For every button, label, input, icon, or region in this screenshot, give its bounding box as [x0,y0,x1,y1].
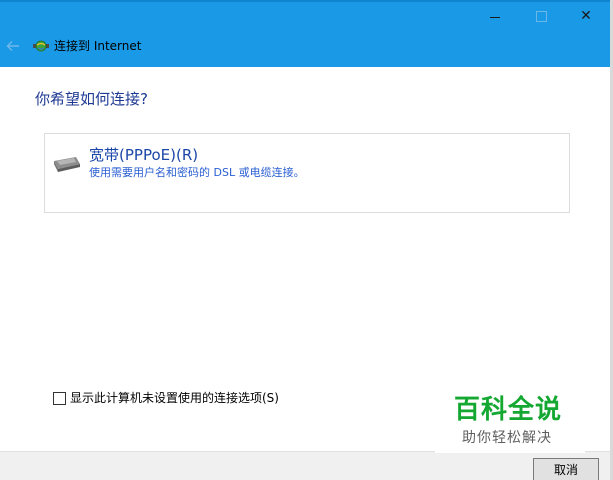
maximize-icon [535,10,547,22]
cancel-button[interactable]: 取消 [533,458,599,480]
close-button[interactable]: ✕ [566,4,606,28]
window-title: 连接到 Internet [54,39,142,53]
network-globe-icon [32,38,50,54]
minimize-button[interactable] [475,4,515,28]
connect-to-internet-window: ✕ 连接到 Internet 你希望如何连接? 宽带(PPPoE)(R) 使用需… [0,0,613,480]
baike-watermark: 百科全说 助你轻松解决 [435,391,585,453]
close-icon: ✕ [580,8,592,24]
show-options-label: 显示此计算机未设置使用的连接选项(S) [70,391,279,405]
option-description: 使用需要用户名和密码的 DSL 或电缆连接。 [89,166,305,179]
page-heading: 你希望如何连接? [35,90,148,108]
window-titlebar: ✕ 连接到 Internet [0,0,610,67]
option-title: 宽带(PPPoE)(R) [89,146,199,164]
back-button[interactable] [5,38,21,54]
show-unconfigured-options-toggle[interactable]: 显示此计算机未设置使用的连接选项(S) [53,391,279,405]
show-options-checkbox[interactable] [53,391,66,405]
dialog-footer [0,451,610,480]
titlebar-strip [0,0,610,2]
broadband-pppoe-option[interactable]: 宽带(PPPoE)(R) 使用需要用户名和密码的 DSL 或电缆连接。 [44,133,570,213]
minimize-icon [490,16,500,18]
maximize-button[interactable] [521,4,561,28]
watermark-title: 百科全说 [454,395,563,425]
broadband-modem-icon [52,155,82,173]
watermark-subtitle: 助你轻松解决 [462,430,552,446]
back-arrow-icon [6,41,19,51]
